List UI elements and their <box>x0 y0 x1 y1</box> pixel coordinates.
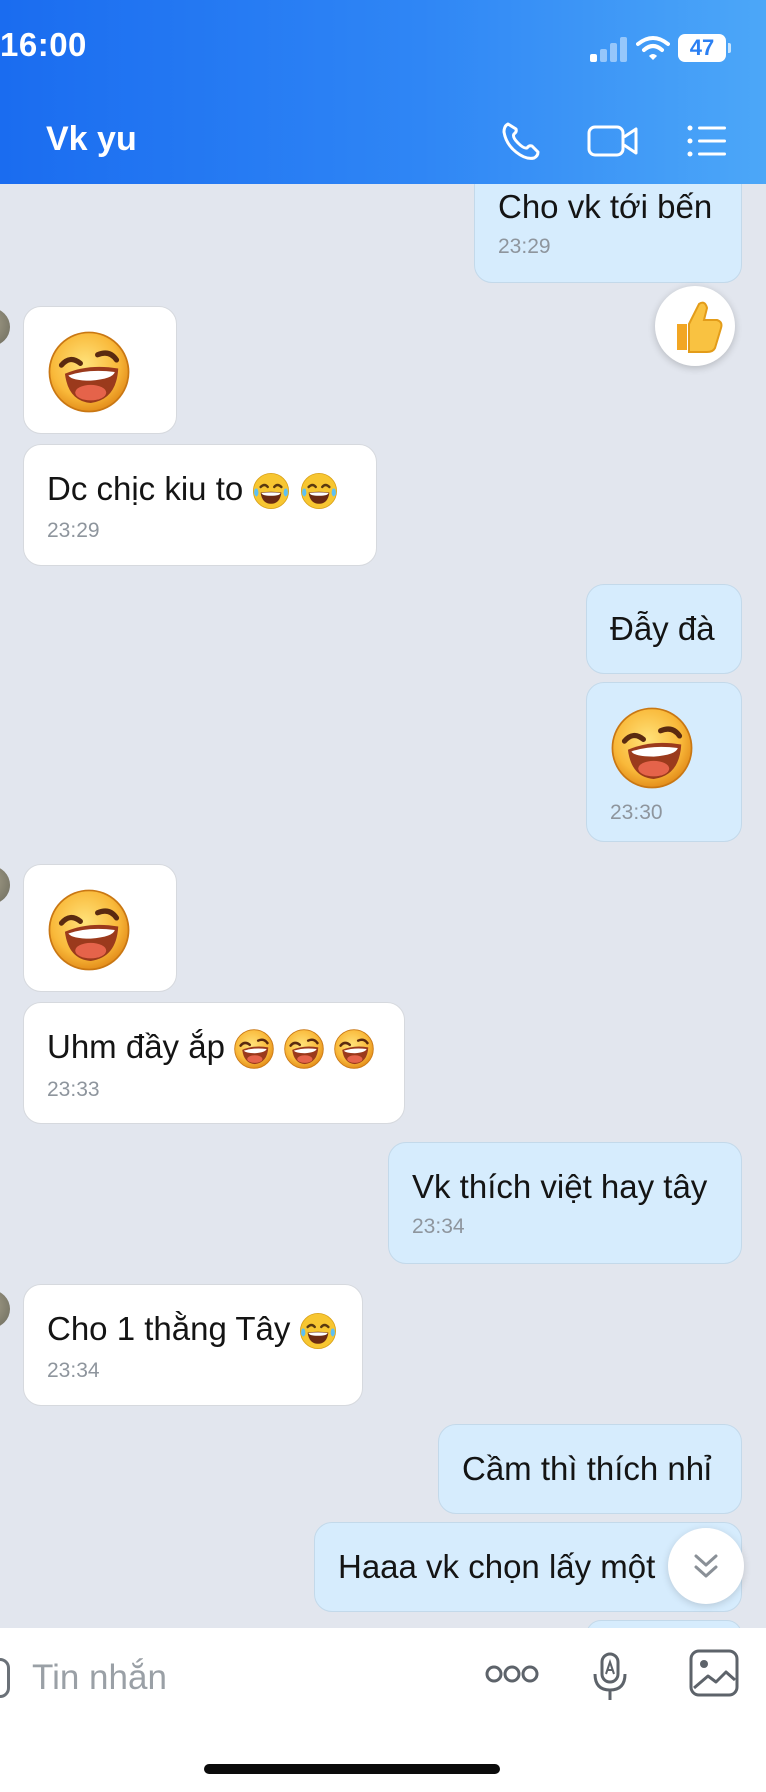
message-text: Đẫy đà <box>610 610 715 647</box>
message-bubble-incoming[interactable]: Dc chịc kiu to 23:29 <box>23 444 377 566</box>
tears-of-joy-emoji <box>251 471 291 511</box>
message-bubble-outgoing[interactable]: Đẫy đà <box>586 584 742 674</box>
home-indicator <box>204 1764 500 1774</box>
chat-title[interactable]: Vk yu <box>46 120 137 159</box>
laughing-emoji <box>333 1028 375 1070</box>
sticker-message[interactable] <box>23 864 177 992</box>
more-icon[interactable] <box>484 1662 540 1686</box>
phone-icon[interactable] <box>498 118 544 164</box>
laughing-emoji-sticker <box>609 705 695 791</box>
laughing-emoji <box>233 1028 275 1070</box>
message-text: Dc chịc kiu to <box>47 470 244 507</box>
back-icon[interactable] <box>0 119 13 151</box>
sticker-message[interactable]: 23:30 <box>586 682 742 842</box>
message-text: Haaa vk chọn lấy một <box>338 1548 656 1585</box>
tears-of-joy-emoji <box>299 471 339 511</box>
message-time: 23:29 <box>498 235 551 258</box>
sticker-icon[interactable] <box>0 1658 10 1698</box>
message-time: 23:34 <box>47 1359 100 1383</box>
avatar[interactable] <box>0 308 10 346</box>
message-bubble-outgoing[interactable]: Cầm thì thích nhỉ <box>438 1424 742 1514</box>
thumbs-up-icon <box>677 301 723 353</box>
laughing-emoji-sticker <box>46 887 132 973</box>
scroll-to-bottom-button[interactable] <box>668 1528 744 1604</box>
message-time: 23:33 <box>47 1078 100 1102</box>
sticker-message[interactable] <box>23 306 177 434</box>
message-bubble-outgoing[interactable]: Vk thích việt hay tây 23:34 <box>388 1142 742 1264</box>
message-time: 23:30 <box>610 801 663 824</box>
chat-header: 16:00 47 Vk yu <box>0 0 766 184</box>
message-bubble-incoming[interactable]: Uhm đầy ắp 23:33 <box>23 1002 405 1124</box>
list-menu-icon[interactable] <box>684 118 730 164</box>
message-input-bar: Tin nhắn <box>0 1628 766 1792</box>
message-text: Cho vk tới bến <box>498 188 713 225</box>
message-time: 23:34 <box>412 1215 465 1238</box>
avatar[interactable] <box>0 866 10 904</box>
status-time: 16:00 <box>0 26 87 63</box>
message-text: Cầm thì thích nhỉ <box>462 1450 712 1487</box>
wifi-icon <box>636 36 670 60</box>
image-gallery-icon[interactable] <box>688 1648 740 1698</box>
tears-of-joy-emoji <box>298 1311 338 1351</box>
message-bubble-incoming[interactable]: Cho 1 thằng Tây 23:34 <box>23 1284 363 1406</box>
reaction-like-button[interactable] <box>655 286 735 366</box>
message-text: Vk thích việt hay tây <box>412 1168 708 1205</box>
laughing-emoji <box>283 1028 325 1070</box>
video-call-icon[interactable] <box>586 118 640 164</box>
chevron-down-double-icon <box>694 1554 718 1578</box>
message-input[interactable]: Tin nhắn <box>32 1658 167 1698</box>
message-bubble-outgoing[interactable]: Cho vk tới bến 23:29 <box>474 168 742 283</box>
message-time: 23:29 <box>47 519 100 543</box>
voice-to-text-icon[interactable] <box>590 1650 630 1702</box>
cellular-signal-icon <box>590 36 630 62</box>
laughing-emoji-sticker <box>46 329 132 415</box>
message-text: Cho 1 thằng Tây <box>47 1310 291 1347</box>
avatar[interactable] <box>0 1290 10 1328</box>
battery-icon: 47 <box>678 34 731 62</box>
message-text: Uhm đầy ắp <box>47 1028 225 1065</box>
